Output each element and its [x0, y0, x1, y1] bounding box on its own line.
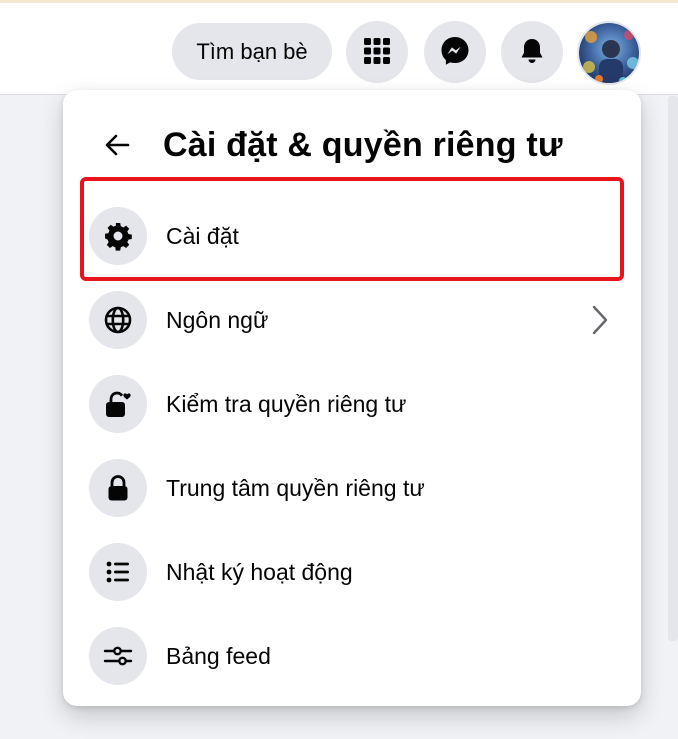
messenger-icon	[439, 35, 471, 70]
chevron-right-icon	[583, 303, 617, 337]
list-icon	[89, 543, 147, 601]
find-friends-button[interactable]: Tìm bạn bè	[172, 23, 332, 80]
bell-icon	[517, 36, 547, 69]
menu-item-label: Nhật ký hoạt động	[166, 558, 353, 585]
lock-heart-icon	[89, 375, 147, 433]
menu-item-label: Ngôn ngữ	[166, 306, 269, 333]
menu-item-label: Bảng feed	[166, 642, 271, 669]
menu-item-feed-preferences[interactable]: Bảng feed	[77, 617, 629, 695]
gear-icon	[89, 207, 147, 265]
back-button[interactable]	[91, 120, 143, 172]
avatar[interactable]	[577, 21, 641, 85]
menu-item-privacy-checkup[interactable]: Kiểm tra quyền riêng tư	[77, 365, 629, 443]
menu-item-label: Cài đặt	[166, 222, 239, 249]
panel-header: Cài đặt & quyền riêng tư	[63, 90, 641, 178]
grid-menu-icon	[362, 36, 392, 69]
menu-item-label: Kiểm tra quyền riêng tư	[166, 390, 407, 417]
menu-item-privacy-center[interactable]: Trung tâm quyền riêng tư	[77, 449, 629, 527]
menu-item-language[interactable]: Ngôn ngữ	[77, 281, 629, 359]
menu-item-settings[interactable]: Cài đặt	[77, 197, 629, 275]
top-navigation-bar: Tìm bạn bè	[0, 0, 678, 95]
arrow-left-icon	[102, 130, 132, 163]
page-scrollbar[interactable]	[668, 96, 678, 641]
messenger-button[interactable]	[424, 21, 486, 83]
notifications-button[interactable]	[501, 21, 563, 83]
globe-icon	[89, 291, 147, 349]
panel-title: Cài đặt & quyền riêng tư	[163, 126, 563, 164]
settings-privacy-panel: Cài đặt & quyền riêng tư Cài đặt Ngôn ng…	[63, 90, 641, 706]
menu-item-label: Trung tâm quyền riêng tư	[166, 474, 425, 501]
menu-button[interactable]	[346, 21, 408, 83]
lock-icon	[89, 459, 147, 517]
sliders-icon	[89, 627, 147, 685]
menu-item-activity-log[interactable]: Nhật ký hoạt động	[77, 533, 629, 611]
